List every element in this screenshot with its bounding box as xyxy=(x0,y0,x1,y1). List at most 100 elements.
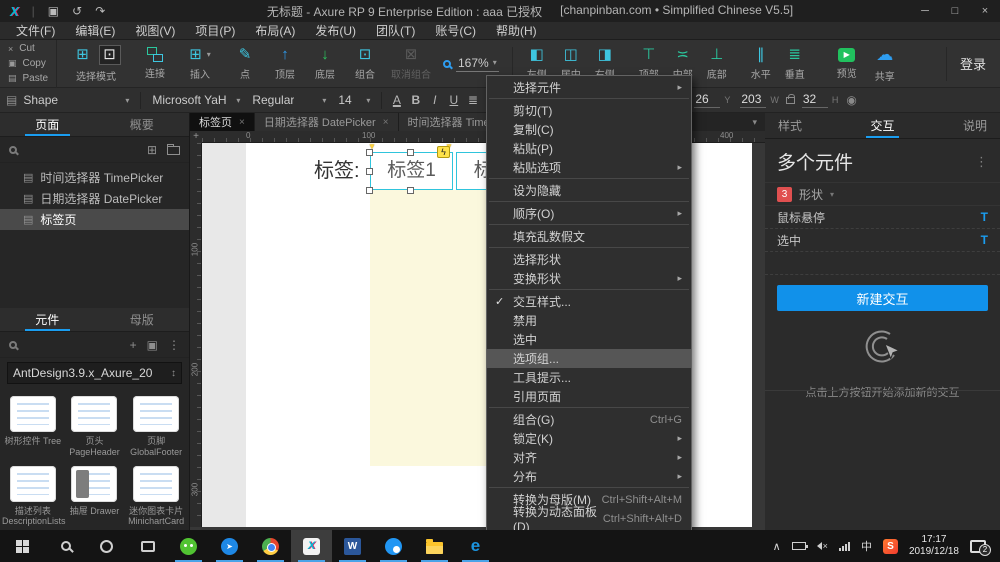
menu-arrange[interactable]: 布局(A) xyxy=(245,22,305,40)
search-icon[interactable] xyxy=(9,340,17,349)
add-library-icon[interactable]: + xyxy=(130,339,137,351)
height-value[interactable]: 32 xyxy=(801,92,828,108)
context-menu-item-order[interactable]: 顺序(O) ▸ xyxy=(487,204,691,223)
menu-file[interactable]: 文件(F) xyxy=(6,22,65,40)
context-menu-item-fill-lorem[interactable]: 填充乱数假文 xyxy=(487,227,691,246)
login-button[interactable]: 登录 xyxy=(960,54,986,73)
interaction-lightning-icon[interactable]: ϟ xyxy=(437,146,450,158)
insert-button[interactable]: ⊞ ▾ 插入 xyxy=(175,42,225,86)
tab-style[interactable]: 样式 xyxy=(778,113,802,138)
page-item-tabs[interactable]: ▤ 标签页 xyxy=(0,209,189,230)
context-menu-item-disabled[interactable]: 禁用 xyxy=(487,311,691,330)
italic-button[interactable]: I xyxy=(425,93,444,107)
intersect-select-button[interactable]: ⊞ xyxy=(72,45,94,65)
task-view-button[interactable] xyxy=(127,530,168,562)
taskbar-axure[interactable]: X xyxy=(291,530,332,562)
taskbar-search-button[interactable] xyxy=(45,530,86,562)
text-style-icon[interactable]: T xyxy=(981,210,988,224)
font-color-button[interactable]: A xyxy=(387,93,406,107)
context-menu-item-copy[interactable]: 复制(C) xyxy=(487,120,691,139)
network-signal-icon[interactable] xyxy=(838,541,850,551)
y-field[interactable]: 26 Y xyxy=(694,92,730,108)
context-menu-item-distribute[interactable]: 分布 ▸ xyxy=(487,467,691,486)
underline-button[interactable]: U xyxy=(444,93,463,107)
widget-style-select[interactable]: Shape ▾ xyxy=(17,88,135,113)
context-menu-item-paste[interactable]: 粘贴(P) xyxy=(487,139,691,158)
new-interaction-button[interactable]: 新建交互 xyxy=(777,285,988,311)
more-options-icon[interactable]: ⋮ xyxy=(168,339,180,351)
context-menu-item-reference-page[interactable]: 引用页面 xyxy=(487,387,691,406)
menu-publish[interactable]: 发布(U) xyxy=(305,22,366,40)
menu-account[interactable]: 账号(C) xyxy=(425,22,486,40)
battery-icon[interactable] xyxy=(791,542,808,550)
start-button[interactable] xyxy=(0,530,45,562)
context-menu-item-transform-shape[interactable]: 变换形状 ▸ xyxy=(487,269,691,288)
font-family-select[interactable]: Microsoft YaH ▾ xyxy=(146,88,246,113)
volume-muted-icon[interactable]: × xyxy=(816,541,828,551)
save-icon[interactable]: ▣ xyxy=(48,4,59,18)
group-button[interactable]: ⊡ 组合 xyxy=(345,42,385,86)
distribute-vertical-button[interactable]: ≣ 垂直 xyxy=(778,42,812,86)
lock-aspect-icon[interactable] xyxy=(785,93,795,104)
selection-handle[interactable] xyxy=(366,187,373,194)
selection-handle[interactable] xyxy=(407,187,414,194)
align-bottom-button[interactable]: ⊥ 底部 xyxy=(700,42,734,86)
context-menu-item-group[interactable]: 组合(G) Ctrl+G xyxy=(487,410,691,429)
context-menu-item-interaction-styles[interactable]: ✓ 交互样式... xyxy=(487,292,691,311)
menu-help[interactable]: 帮助(H) xyxy=(486,22,547,40)
close-tab-icon[interactable]: × xyxy=(383,117,389,128)
context-menu-item-select-shape[interactable]: 选择形状 xyxy=(487,250,691,269)
widget-item-tree[interactable]: 树形控件 Tree xyxy=(2,396,64,458)
font-size-select[interactable]: 14 ▾ xyxy=(332,88,376,113)
distribute-horizontal-button[interactable]: ∥ 水平 xyxy=(744,42,778,86)
tab-pages[interactable]: 页面 xyxy=(0,113,95,136)
redo-icon[interactable]: ↷ xyxy=(95,4,105,18)
selection-handle[interactable] xyxy=(407,149,414,156)
tab-masters[interactable]: 母版 xyxy=(95,308,190,331)
sogou-input-icon[interactable]: S xyxy=(882,538,898,554)
menu-edit[interactable]: 编辑(E) xyxy=(65,22,125,40)
context-menu-item-convert-dynamic-panel[interactable]: 转换为动态面板(D) Ctrl+Shift+Alt+D xyxy=(487,505,691,534)
more-options-icon[interactable]: ⋮ xyxy=(975,154,988,170)
selection-handle[interactable] xyxy=(366,149,373,156)
ime-indicator[interactable]: 中 xyxy=(861,538,872,554)
context-menu-item-align[interactable]: 对齐 ▸ xyxy=(487,448,691,467)
context-menu-item-paste-options[interactable]: 粘贴选项 ▸ xyxy=(487,158,691,177)
context-menu-item-lock[interactable]: 锁定(K) ▸ xyxy=(487,429,691,448)
event-row-mouseover[interactable]: 鼠标悬停 T xyxy=(765,206,1000,229)
width-value[interactable]: 203 xyxy=(740,92,767,108)
bullet-list-button[interactable]: ≣ xyxy=(463,93,482,107)
taskbar-clock[interactable]: 17:17 2019/12/18 xyxy=(909,534,959,559)
minimize-button[interactable]: ─ xyxy=(910,0,940,22)
tab-notes[interactable]: 说明 xyxy=(963,113,987,138)
contain-select-button[interactable]: ⊡ xyxy=(98,44,121,65)
widget-item-globalfooter[interactable]: 页脚 GlobalFooter xyxy=(125,396,187,458)
taskbar-word[interactable]: W xyxy=(332,530,373,562)
bold-button[interactable]: B xyxy=(406,93,425,107)
undo-icon[interactable]: ↺ xyxy=(72,4,82,18)
page-item-timepicker[interactable]: ▤ 时间选择器 TimePicker xyxy=(0,167,189,188)
page-item-datepicker[interactable]: ▤ 日期选择器 DatePicker xyxy=(0,188,189,209)
taskbar-edge[interactable]: e xyxy=(455,530,496,562)
tray-chevron-up-icon[interactable]: ∧ xyxy=(773,540,781,553)
font-style-select[interactable]: Regular ▾ xyxy=(246,88,332,113)
add-folder-icon[interactable] xyxy=(167,144,180,155)
bring-to-front-button[interactable]: ↑ 顶层 xyxy=(265,42,305,86)
canvas-text-label[interactable]: 标签: xyxy=(314,152,360,190)
context-menu-item-set-hidden[interactable]: 设为隐藏 xyxy=(487,181,691,200)
visibility-eye-icon[interactable]: ◉ xyxy=(846,93,856,107)
context-menu-item-cut[interactable]: 剪切(T) xyxy=(487,101,691,120)
context-menu-item-select-widget[interactable]: 选择元件 ▸ xyxy=(487,78,691,97)
tab-widgets[interactable]: 元件 xyxy=(0,308,95,331)
widget-item-minichartcard[interactable]: 迷你图表卡片 MinichartCard xyxy=(125,465,187,528)
library-stack-icon[interactable]: ▣ xyxy=(147,339,158,351)
menu-project[interactable]: 项目(P) xyxy=(185,22,245,40)
maximize-button[interactable]: □ xyxy=(940,0,970,22)
widget-item-descriptionlists[interactable]: 描述列表 DescriptionLists xyxy=(2,465,66,528)
share-button[interactable]: ☁ 共享 xyxy=(866,42,904,86)
selection-handle[interactable] xyxy=(366,168,373,175)
canvas-tab-tabs[interactable]: 标签页 × xyxy=(190,113,255,131)
taskbar-chrome[interactable] xyxy=(250,530,291,562)
taskbar-wechat[interactable] xyxy=(168,530,209,562)
search-icon[interactable] xyxy=(9,145,17,154)
